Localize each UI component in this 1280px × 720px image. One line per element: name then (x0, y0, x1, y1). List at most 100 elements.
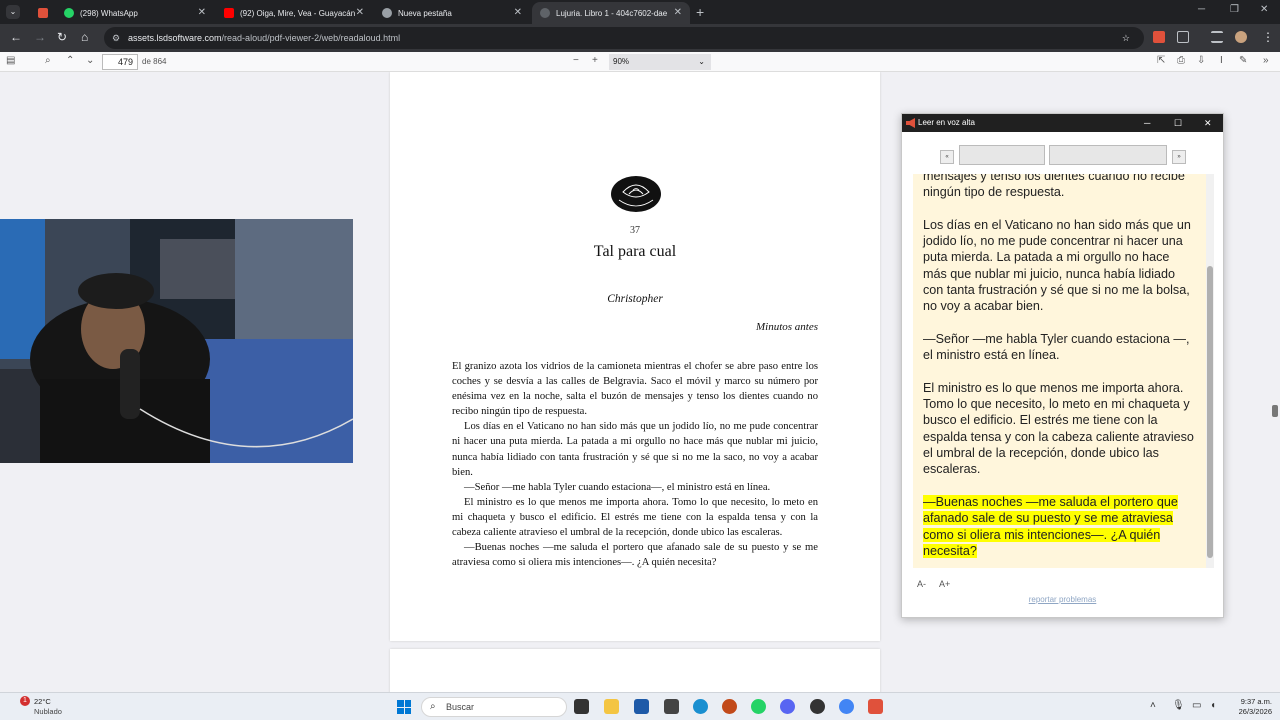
forward-button[interactable]: » (1172, 150, 1186, 164)
font-decrease-button[interactable]: A- (917, 579, 926, 589)
close-icon[interactable]: ✕ (514, 7, 522, 18)
minimize-icon[interactable]: ─ (1144, 114, 1150, 132)
back-icon[interactable]: ← (10, 30, 22, 44)
zoom-in-icon[interactable]: + (592, 55, 598, 66)
site-info-icon[interactable]: ⚙ (112, 27, 120, 49)
pdf-page: 37 Tal para cual Christopher Minutos ant… (390, 72, 880, 641)
tools-menu-icon[interactable]: » (1263, 55, 1269, 66)
chrome-icon (382, 8, 392, 18)
home-icon[interactable]: ⌂ (81, 30, 88, 44)
pinned-tab[interactable] (30, 2, 54, 24)
tab-label: Nueva pestaña (398, 8, 452, 18)
clock-date: 26/3/2026 (1238, 707, 1272, 716)
extensions-icon[interactable] (1177, 31, 1189, 43)
rewind-button[interactable]: « (940, 150, 954, 164)
scrollbar-thumb[interactable] (1207, 266, 1213, 558)
paragraph: Los días en el Vaticano no han sido más … (452, 421, 818, 478)
zoom-select[interactable]: 90% ⌄ (609, 54, 711, 70)
save-icon[interactable]: ⇩ (1197, 55, 1205, 66)
read-aloud-extension-icon (38, 8, 48, 18)
obs-icon[interactable] (810, 699, 825, 714)
start-button[interactable] (397, 700, 411, 714)
chevron-down-icon: ⌄ (698, 57, 705, 66)
document-icon (540, 8, 550, 18)
forward-icon[interactable]: → (34, 30, 46, 44)
reading-paragraph: —Señor —me habla Tyler cuando estaciona … (923, 331, 1190, 363)
tab-new-tab[interactable]: Nueva pestaña ✕ (374, 2, 530, 24)
read-aloud-app-icon[interactable] (868, 699, 883, 714)
task-view-icon[interactable] (574, 699, 589, 714)
sidebar-toggle-icon[interactable]: ▤ (6, 55, 15, 66)
reading-text-panel[interactable]: mensajes y tenso los dientes cuando no r… (913, 174, 1214, 568)
page-number-input[interactable]: 479 (102, 54, 138, 70)
close-icon[interactable]: ✕ (198, 7, 206, 18)
tab-label: (298) WhatsApp (80, 8, 138, 18)
read-aloud-titlebar[interactable]: Leer en voz alta ─ ☐ ✕ (902, 114, 1223, 132)
chapter-body: El granizo azota los vidrios de la camio… (452, 359, 818, 570)
text-select-icon[interactable]: I (1220, 55, 1223, 66)
next-page-icon[interactable]: ⌄ (86, 55, 94, 66)
speaker-icon[interactable]: ◖ (1210, 700, 1216, 711)
font-increase-button[interactable]: A+ (939, 579, 950, 589)
file-explorer-icon[interactable] (604, 699, 619, 714)
url-input[interactable]: ⚙ assets.lsdsoftware.com/read-aloud/pdf-… (104, 27, 1144, 49)
chapter-number: 37 (630, 225, 640, 236)
new-tab-button[interactable]: + (696, 4, 704, 20)
search-icon: ⌕ (430, 701, 436, 712)
maximize-icon[interactable]: ❐ (1230, 4, 1239, 15)
notification-badge: 1 (20, 696, 30, 706)
play-pause-button[interactable] (959, 145, 1045, 165)
read-aloud-title: Leer en voz alta (918, 118, 975, 127)
avatar[interactable] (1235, 31, 1247, 43)
discord-icon[interactable] (780, 699, 795, 714)
chevron-up-icon[interactable]: ˄ (1150, 700, 1156, 711)
chapter-title: Tal para cual (593, 243, 677, 260)
reading-paragraph: mensajes y tenso los dientes cuando no r… (923, 174, 1185, 200)
reload-icon[interactable]: ↻ (57, 30, 67, 44)
close-icon[interactable]: ✕ (674, 7, 682, 18)
clock[interactable]: 9:37 a.m. 26/3/2026 (1239, 697, 1272, 717)
edge-icon[interactable] (693, 699, 708, 714)
tab-label: Lujuria. Libro 1 - 404c7602-dae (556, 8, 668, 18)
paragraph: —Señor —me habla Tyler cuando estaciona—… (464, 481, 771, 493)
open-file-icon[interactable]: ⇱ (1157, 55, 1165, 66)
capcut-icon[interactable] (664, 699, 679, 714)
tab-whatsapp[interactable]: (298) WhatsApp ✕ (56, 2, 214, 24)
chrome-icon[interactable] (839, 699, 854, 714)
monitor-icon[interactable]: ▭ (1192, 700, 1201, 711)
draw-icon[interactable]: ✎ (1239, 55, 1247, 66)
pdf-toolbar: ▤ ⌕ ⌃ ⌄ 479 de 864 − + 90% ⌄ ⇱ ⎙ ⇩ I ✎ » (0, 52, 1280, 72)
microphone-icon[interactable]: 🎙 (1172, 700, 1185, 711)
maximize-icon[interactable]: ☐ (1174, 114, 1182, 132)
search-icon[interactable]: ⌕ (45, 55, 51, 66)
pdf-page-next (390, 649, 880, 692)
store-icon[interactable] (634, 699, 649, 714)
search-label: Buscar (446, 702, 475, 712)
weather-temp: 22°C (34, 697, 51, 706)
tab-pdf-active[interactable]: Lujuria. Libro 1 - 404c7602-dae ✕ (532, 2, 690, 24)
webcam-video (0, 219, 353, 463)
tab-youtube[interactable]: (92) Oiga, Mire, Vea - Guayacán ✕ (216, 2, 372, 24)
current-sentence-highlight: —Buenas noches —me saluda el portero que… (923, 494, 1178, 558)
app-icon[interactable] (722, 699, 737, 714)
zoom-out-icon[interactable]: − (573, 55, 579, 66)
close-icon[interactable]: ✕ (1204, 114, 1212, 132)
stop-button[interactable] (1049, 145, 1167, 165)
whatsapp-icon[interactable] (751, 699, 766, 714)
viewer-scrollbar[interactable] (1272, 405, 1278, 417)
report-problems-link[interactable]: reportar problemas (902, 595, 1223, 604)
bookmark-star-icon[interactable]: ☆ (1122, 27, 1130, 49)
minimize-icon[interactable]: ─ (1198, 4, 1205, 15)
read-aloud-extension-icon[interactable] (1153, 31, 1165, 43)
more-menu-icon[interactable]: ⋮ (1262, 30, 1274, 44)
close-window-icon[interactable]: ✕ (1260, 4, 1268, 15)
media-control-icon[interactable] (1211, 31, 1223, 43)
reading-scrollbar[interactable] (1206, 174, 1214, 568)
url-host: assets.lsdsoftware.com (128, 33, 222, 43)
taskbar-search[interactable]: ⌕ Buscar (421, 697, 567, 717)
tab-label: (92) Oiga, Mire, Vea - Guayacán (240, 8, 356, 18)
print-icon[interactable]: ⎙ (1177, 55, 1185, 66)
previous-page-icon[interactable]: ⌃ (66, 55, 74, 66)
tab-search-button[interactable]: ⌄ (6, 5, 20, 19)
close-icon[interactable]: ✕ (356, 7, 364, 18)
